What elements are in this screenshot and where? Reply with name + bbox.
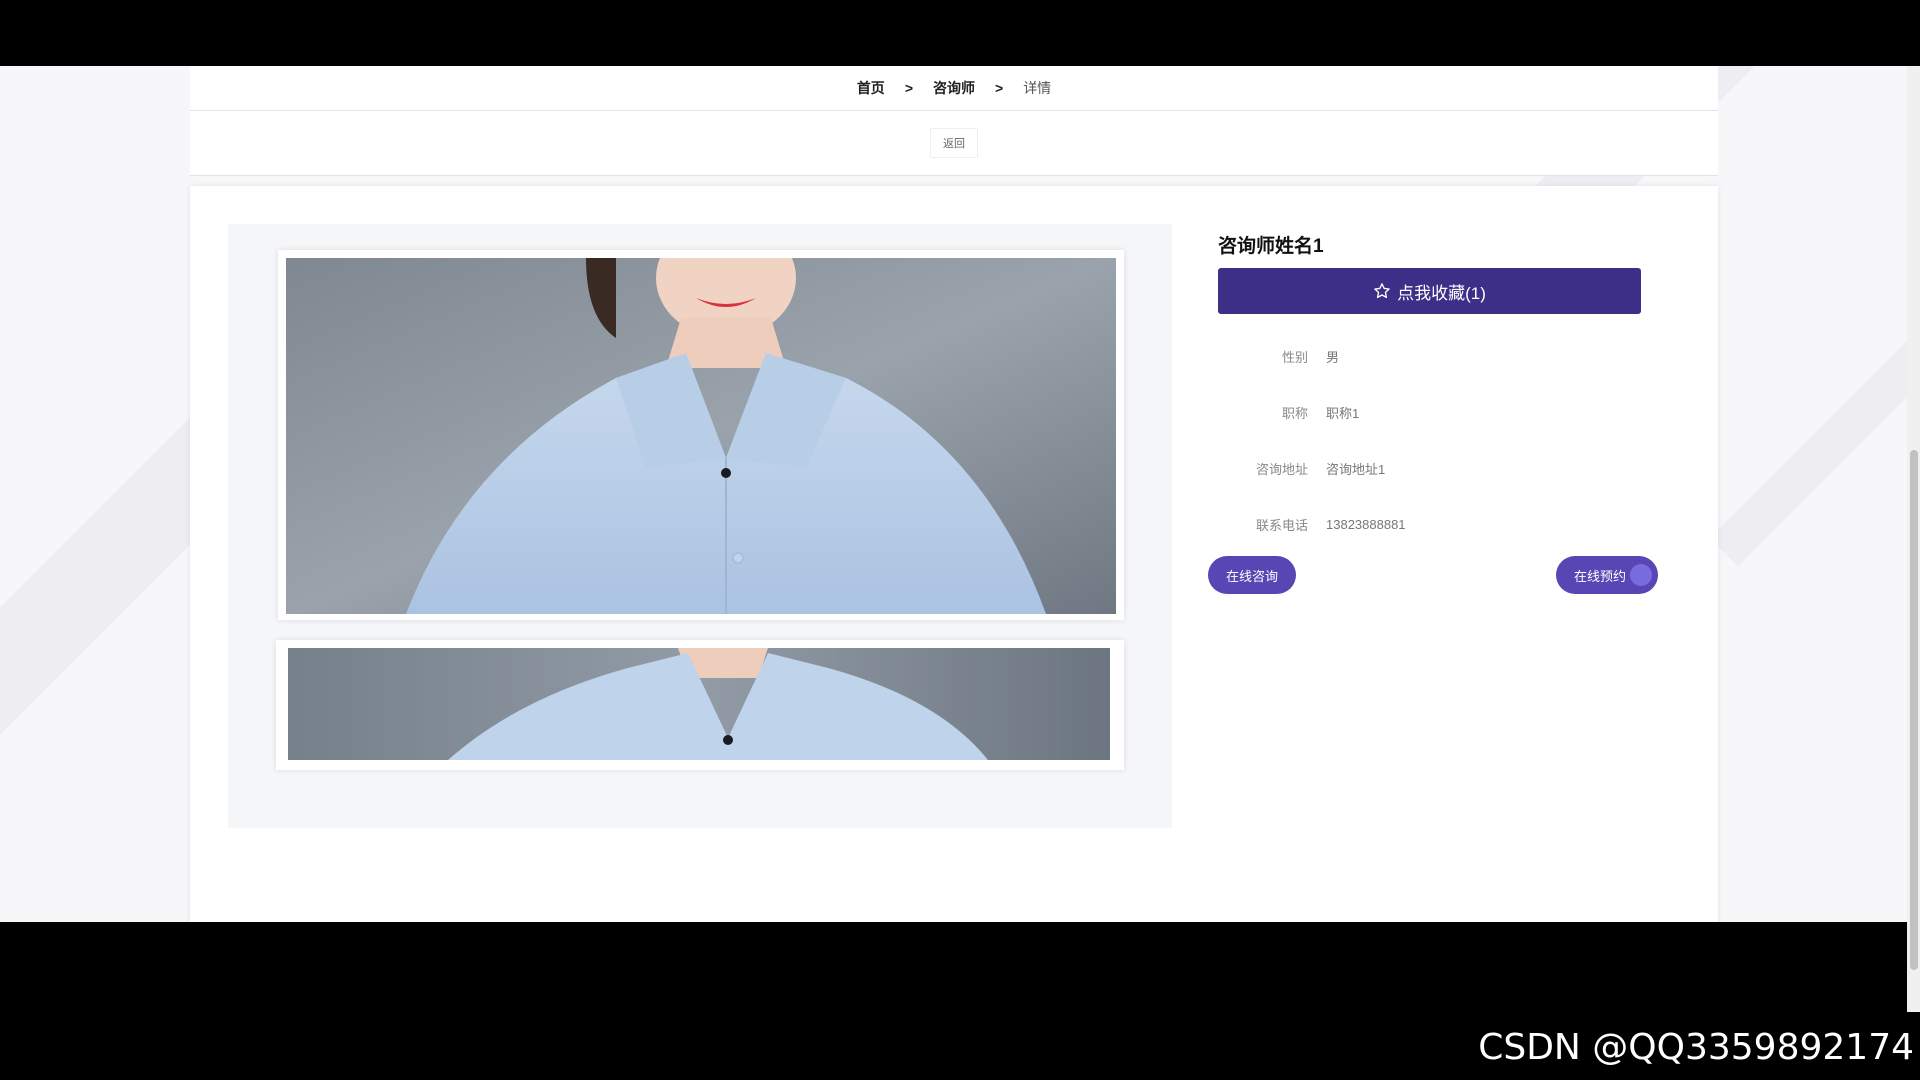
page-viewport: 首页 > 咨询师 > 详情 返回 咨询师姓名1 点我收藏(1) 性别 男 职称 …: [0, 66, 1920, 922]
field-value: 男: [1326, 349, 1340, 365]
counselor-info: 咨询师姓名1 点我收藏(1) 性别 男 职称 职称1 咨询地址 咨询地址1 联系…: [1208, 226, 1658, 596]
breadcrumb-current: 详情: [1023, 80, 1052, 96]
field-gender: 性别 男: [1218, 328, 1658, 384]
field-value: 职称1: [1326, 405, 1360, 421]
field-label: 职称: [1281, 405, 1308, 421]
field-title: 职称 职称1: [1218, 384, 1658, 440]
counselor-photo-main: [286, 258, 1116, 614]
counselor-name: 咨询师姓名1: [1218, 236, 1324, 257]
thumbnail-image-frame: [276, 640, 1124, 770]
online-booking-button[interactable]: 在线预约: [1556, 556, 1658, 594]
collect-label: 点我收藏(1): [1397, 283, 1486, 303]
breadcrumb: 首页 > 咨询师 > 详情: [190, 66, 1718, 111]
scrollbar-thumb[interactable]: [1910, 450, 1918, 970]
image-gallery: [228, 224, 1172, 828]
field-address: 咨询地址 咨询地址1: [1218, 440, 1658, 496]
back-bar: 返回: [190, 111, 1718, 176]
detail-card: 咨询师姓名1 点我收藏(1) 性别 男 职称 职称1 咨询地址 咨询地址1 联系…: [190, 186, 1718, 922]
action-buttons: 在线咨询 在线预约: [1208, 556, 1658, 596]
field-phone: 联系电话 13823888881: [1218, 496, 1658, 552]
thumbnail-photo[interactable]: [288, 648, 1110, 760]
breadcrumb-separator: >: [995, 80, 1004, 96]
content-container: 首页 > 咨询师 > 详情 返回 咨询师姓名1 点我收藏(1) 性别 男 职称 …: [190, 66, 1718, 922]
back-button[interactable]: 返回: [930, 128, 978, 158]
field-label: 性别: [1281, 349, 1308, 365]
field-label: 咨询地址: [1255, 461, 1308, 477]
vertical-scrollbar[interactable]: [1907, 66, 1920, 1012]
online-consult-button[interactable]: 在线咨询: [1208, 556, 1297, 594]
collect-button[interactable]: 点我收藏(1): [1218, 268, 1641, 314]
field-value: 13823888881: [1326, 516, 1406, 532]
booking-button-highlight: [1630, 564, 1652, 586]
star-icon: [1374, 283, 1390, 299]
main-image-frame: [278, 250, 1124, 620]
watermark: CSDN @QQ3359892174: [1478, 1027, 1914, 1068]
background-stripe: [1709, 325, 1920, 567]
counselor-photo-thumbnail: [288, 648, 1110, 760]
breadcrumb-home[interactable]: 首页: [857, 78, 885, 98]
breadcrumb-separator: >: [904, 80, 913, 96]
field-label: 联系电话: [1255, 517, 1308, 533]
field-value: 咨询地址1: [1326, 461, 1386, 477]
main-photo[interactable]: [286, 258, 1116, 614]
online-booking-label: 在线预约: [1574, 568, 1627, 584]
breadcrumb-counselor[interactable]: 咨询师: [933, 78, 975, 98]
